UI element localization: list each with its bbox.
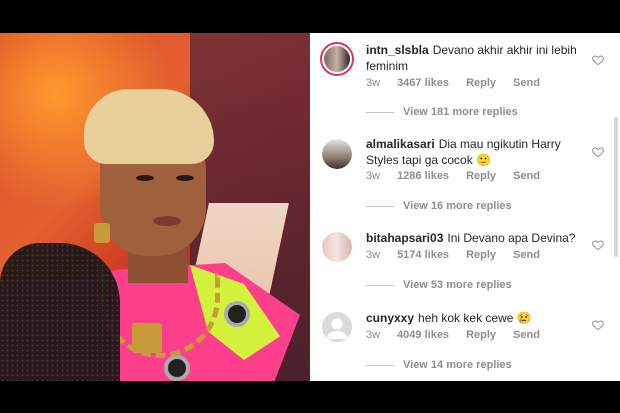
send-button[interactable]: Send (513, 77, 540, 89)
reply-button[interactable]: Reply (466, 329, 496, 341)
view-replies-label[interactable]: View 14 more replies (403, 359, 512, 371)
heart-outline-icon[interactable] (592, 54, 604, 66)
padlock-earring (94, 223, 110, 243)
view-replies-label[interactable]: View 181 more replies (403, 106, 518, 118)
eye (136, 175, 154, 181)
profile-photo-icon (324, 46, 350, 72)
padlock-pendant (132, 323, 162, 353)
send-button[interactable]: Send (513, 249, 540, 261)
send-button[interactable]: Send (513, 329, 540, 341)
scrollbar[interactable] (614, 117, 618, 257)
heart-outline-icon[interactable] (592, 319, 604, 331)
send-button[interactable]: Send (513, 170, 540, 182)
profile-photo-icon (322, 232, 352, 262)
avatar[interactable] (320, 42, 354, 76)
comment-username[interactable]: almalikasari (366, 137, 435, 151)
screenshot-frame: intn_slsbla Devano akhir akhir ini lebih … (0, 0, 620, 413)
lips (153, 216, 181, 226)
avatar[interactable] (322, 232, 352, 262)
comment-username[interactable]: bitahapsari03 (366, 231, 443, 245)
comment-time: 3w (366, 249, 381, 261)
view-replies-link[interactable]: View 16 more replies (366, 200, 512, 212)
comment-body: Ini Devano apa Devina? (447, 231, 576, 245)
heart-outline-icon[interactable] (592, 239, 604, 251)
avatar[interactable] (322, 139, 352, 169)
like-count[interactable]: 5174 likes (397, 249, 449, 261)
avatar[interactable] (322, 312, 352, 342)
comment-meta: 3w 4049 likes Reply Send (366, 329, 557, 341)
lace-glove (0, 243, 120, 381)
view-replies-link[interactable]: View 14 more replies (366, 359, 512, 371)
view-replies-label[interactable]: View 16 more replies (403, 200, 512, 212)
replies-divider (366, 205, 394, 207)
reply-button[interactable]: Reply (466, 77, 496, 89)
comments-panel[interactable]: intn_slsbla Devano akhir akhir ini lebih … (310, 33, 620, 381)
like-count[interactable]: 3467 likes (397, 77, 449, 89)
replies-divider (366, 284, 394, 286)
comment-text: cunyxxy heh kok kek cewe 😢 (366, 310, 581, 326)
grommet (224, 301, 250, 327)
reply-button[interactable]: Reply (466, 249, 496, 261)
comment-meta: 3w 1286 likes Reply Send (366, 170, 557, 182)
eye (176, 175, 194, 181)
post-photo (0, 33, 310, 381)
comment-text: almalikasari Dia mau ngikutin Harry Style… (366, 136, 581, 168)
like-count[interactable]: 1286 likes (397, 170, 449, 182)
comment-time: 3w (366, 77, 381, 89)
comment-username[interactable]: cunyxxy (366, 311, 414, 325)
replies-divider (366, 111, 394, 113)
view-replies-label[interactable]: View 53 more replies (403, 279, 512, 291)
view-replies-link[interactable]: View 53 more replies (366, 279, 512, 291)
replies-divider (366, 364, 394, 366)
heart-outline-icon[interactable] (592, 146, 604, 158)
comment-text: intn_slsbla Devano akhir akhir ini lebih … (366, 42, 581, 74)
profile-photo-icon (322, 139, 352, 169)
blond-hair (84, 89, 214, 164)
view-replies-link[interactable]: View 181 more replies (366, 106, 518, 118)
comment-text: bitahapsari03 Ini Devano apa Devina? (366, 230, 581, 246)
comment-meta: 3w 5174 likes Reply Send (366, 249, 557, 261)
comment-time: 3w (366, 170, 381, 182)
comment-username[interactable]: intn_slsbla (366, 43, 429, 57)
comment-meta: 3w 3467 likes Reply Send (366, 77, 557, 89)
reply-button[interactable]: Reply (466, 170, 496, 182)
comment-body: heh kok kek cewe 😢 (418, 311, 532, 325)
default-avatar-icon (322, 312, 352, 342)
like-count[interactable]: 4049 likes (397, 329, 449, 341)
comment-time: 3w (366, 329, 381, 341)
grommet (164, 355, 190, 381)
